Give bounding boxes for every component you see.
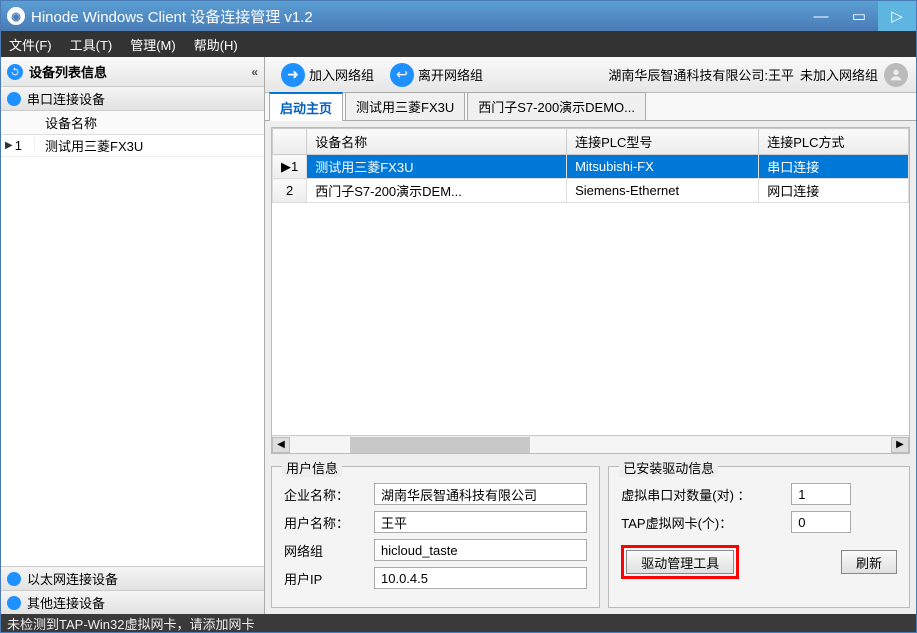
driver-panel-legend: 已安装驱动信息: [619, 458, 718, 477]
minimize-button[interactable]: —: [802, 1, 840, 31]
vcom-label: 虚拟串口对数量(对) ：: [621, 485, 781, 504]
globe-icon: [7, 572, 21, 586]
cell-method: 网口连接: [759, 179, 909, 203]
sidebar-section-label: 串口连接设备: [27, 89, 105, 108]
row-indicator-icon: ▶: [5, 140, 13, 151]
refresh-icon: [7, 64, 23, 80]
cell-name: 西门子S7-200演示DEM...: [307, 179, 567, 203]
cell-plc: Siemens-Ethernet: [567, 179, 759, 203]
user-panel-legend: 用户信息: [282, 458, 342, 477]
titlebar: ◉ Hinode Windows Client 设备连接管理 v1.2 — ▭ …: [1, 1, 916, 31]
maximize-button[interactable]: ▭: [840, 1, 878, 31]
group-label: 网络组: [284, 541, 364, 560]
leave-network-button[interactable]: ↩ 离开网络组: [382, 61, 491, 89]
status-bar: 未检测到TAP-Win32虚拟网卡，请添加网卡: [1, 614, 916, 632]
col-name[interactable]: 设备名称: [307, 129, 567, 155]
cell-method: 串口连接: [759, 155, 909, 179]
scroll-thumb[interactable]: [350, 437, 530, 453]
window-title: Hinode Windows Client 设备连接管理 v1.2: [31, 6, 802, 27]
scroll-left-icon[interactable]: ◀: [272, 437, 290, 453]
sidebar-header: 设备列表信息 «: [1, 57, 264, 87]
sidebar-device-name: 测试用三菱FX3U: [35, 136, 264, 155]
driver-manage-button[interactable]: 驱动管理工具: [626, 550, 734, 574]
collapse-icon[interactable]: «: [251, 65, 258, 79]
cell-name: 测试用三菱FX3U: [307, 155, 567, 179]
user-avatar-icon[interactable]: [884, 63, 908, 87]
horizontal-scrollbar[interactable]: ◀ ▶: [272, 435, 909, 453]
tab-bar: 启动主页 测试用三菱FX3U 西门子S7-200演示DEMO...: [265, 93, 916, 121]
status-text: 未检测到TAP-Win32虚拟网卡，请添加网卡: [7, 614, 255, 633]
toolbar: ➜ 加入网络组 ↩ 离开网络组 湖南华辰智通科技有限公司:王平 未加入网络组: [265, 57, 916, 93]
sidebar: 设备列表信息 « 串口连接设备 设备名称 ▶1 测试用三菱FX3U 以太网连接设…: [1, 57, 265, 614]
sidebar-col-name: 设备名称: [35, 113, 264, 132]
network-status: 未加入网络组: [800, 65, 878, 84]
close-button[interactable]: ▷: [878, 1, 916, 31]
bottom-panels: 用户信息 企业名称： 用户名称： 网络组 用户IP: [265, 460, 916, 614]
tab-home[interactable]: 启动主页: [269, 92, 343, 121]
tab-device-2[interactable]: 西门子S7-200演示DEMO...: [467, 92, 646, 120]
menu-tool[interactable]: 工具(T): [70, 35, 113, 54]
company-label: 企业名称：: [284, 485, 364, 504]
menu-file[interactable]: 文件(F): [9, 35, 52, 54]
org-user-label: 湖南华辰智通科技有限公司:王平: [608, 65, 794, 84]
table-row[interactable]: ▶1 测试用三菱FX3U Mitsubishi-FX 串口连接: [273, 155, 909, 179]
arrow-left-icon: ↩: [390, 63, 414, 87]
col-plc[interactable]: 连接PLC型号: [567, 129, 759, 155]
menu-help[interactable]: 帮助(H): [194, 35, 238, 54]
globe-icon: [7, 596, 21, 610]
menubar: 文件(F) 工具(T) 管理(M) 帮助(H): [1, 31, 916, 57]
globe-icon: [7, 92, 21, 106]
sidebar-device-row[interactable]: ▶1 测试用三菱FX3U: [1, 135, 264, 157]
table-row[interactable]: 2 西门子S7-200演示DEM... Siemens-Ethernet 网口连…: [273, 179, 909, 203]
join-network-button[interactable]: ➜ 加入网络组: [273, 61, 382, 89]
company-field[interactable]: [374, 483, 587, 505]
app-logo-icon: ◉: [7, 7, 25, 25]
driver-manage-highlight: 驱动管理工具: [621, 545, 739, 579]
grid-header-row: 设备名称 连接PLC型号 连接PLC方式: [273, 129, 909, 155]
sidebar-title: 设备列表信息: [29, 62, 107, 81]
scroll-right-icon[interactable]: ▶: [891, 437, 909, 453]
sidebar-section-serial[interactable]: 串口连接设备: [1, 87, 264, 111]
group-field[interactable]: [374, 539, 587, 561]
device-grid: 设备名称 连接PLC型号 连接PLC方式 ▶1 测试用三菱FX3U Mitsub…: [271, 127, 910, 454]
arrow-right-icon: ➜: [281, 63, 305, 87]
sidebar-section-other[interactable]: 其他连接设备: [1, 590, 264, 614]
sidebar-bottom-sections: 以太网连接设备 其他连接设备: [1, 566, 264, 614]
ip-label: 用户IP: [284, 569, 364, 588]
tap-field[interactable]: [791, 511, 851, 533]
content-area: ➜ 加入网络组 ↩ 离开网络组 湖南华辰智通科技有限公司:王平 未加入网络组 启…: [265, 57, 916, 614]
sidebar-device-list: 设备名称 ▶1 测试用三菱FX3U: [1, 111, 264, 566]
user-field[interactable]: [374, 511, 587, 533]
ip-field[interactable]: [374, 567, 587, 589]
user-info-panel: 用户信息 企业名称： 用户名称： 网络组 用户IP: [271, 466, 600, 608]
user-label: 用户名称：: [284, 513, 364, 532]
cell-plc: Mitsubishi-FX: [567, 155, 759, 179]
sidebar-column-header: 设备名称: [1, 111, 264, 135]
sidebar-section-ethernet[interactable]: 以太网连接设备: [1, 566, 264, 590]
driver-info-panel: 已安装驱动信息 虚拟串口对数量(对) ： TAP虚拟网卡(个)： 驱动管理工具 …: [608, 466, 910, 608]
vcom-field[interactable]: [791, 483, 851, 505]
tab-device-1[interactable]: 测试用三菱FX3U: [345, 92, 465, 120]
menu-manage[interactable]: 管理(M): [130, 35, 176, 54]
col-method[interactable]: 连接PLC方式: [759, 129, 909, 155]
tap-label: TAP虚拟网卡(个)：: [621, 513, 781, 532]
refresh-button[interactable]: 刷新: [841, 550, 897, 574]
